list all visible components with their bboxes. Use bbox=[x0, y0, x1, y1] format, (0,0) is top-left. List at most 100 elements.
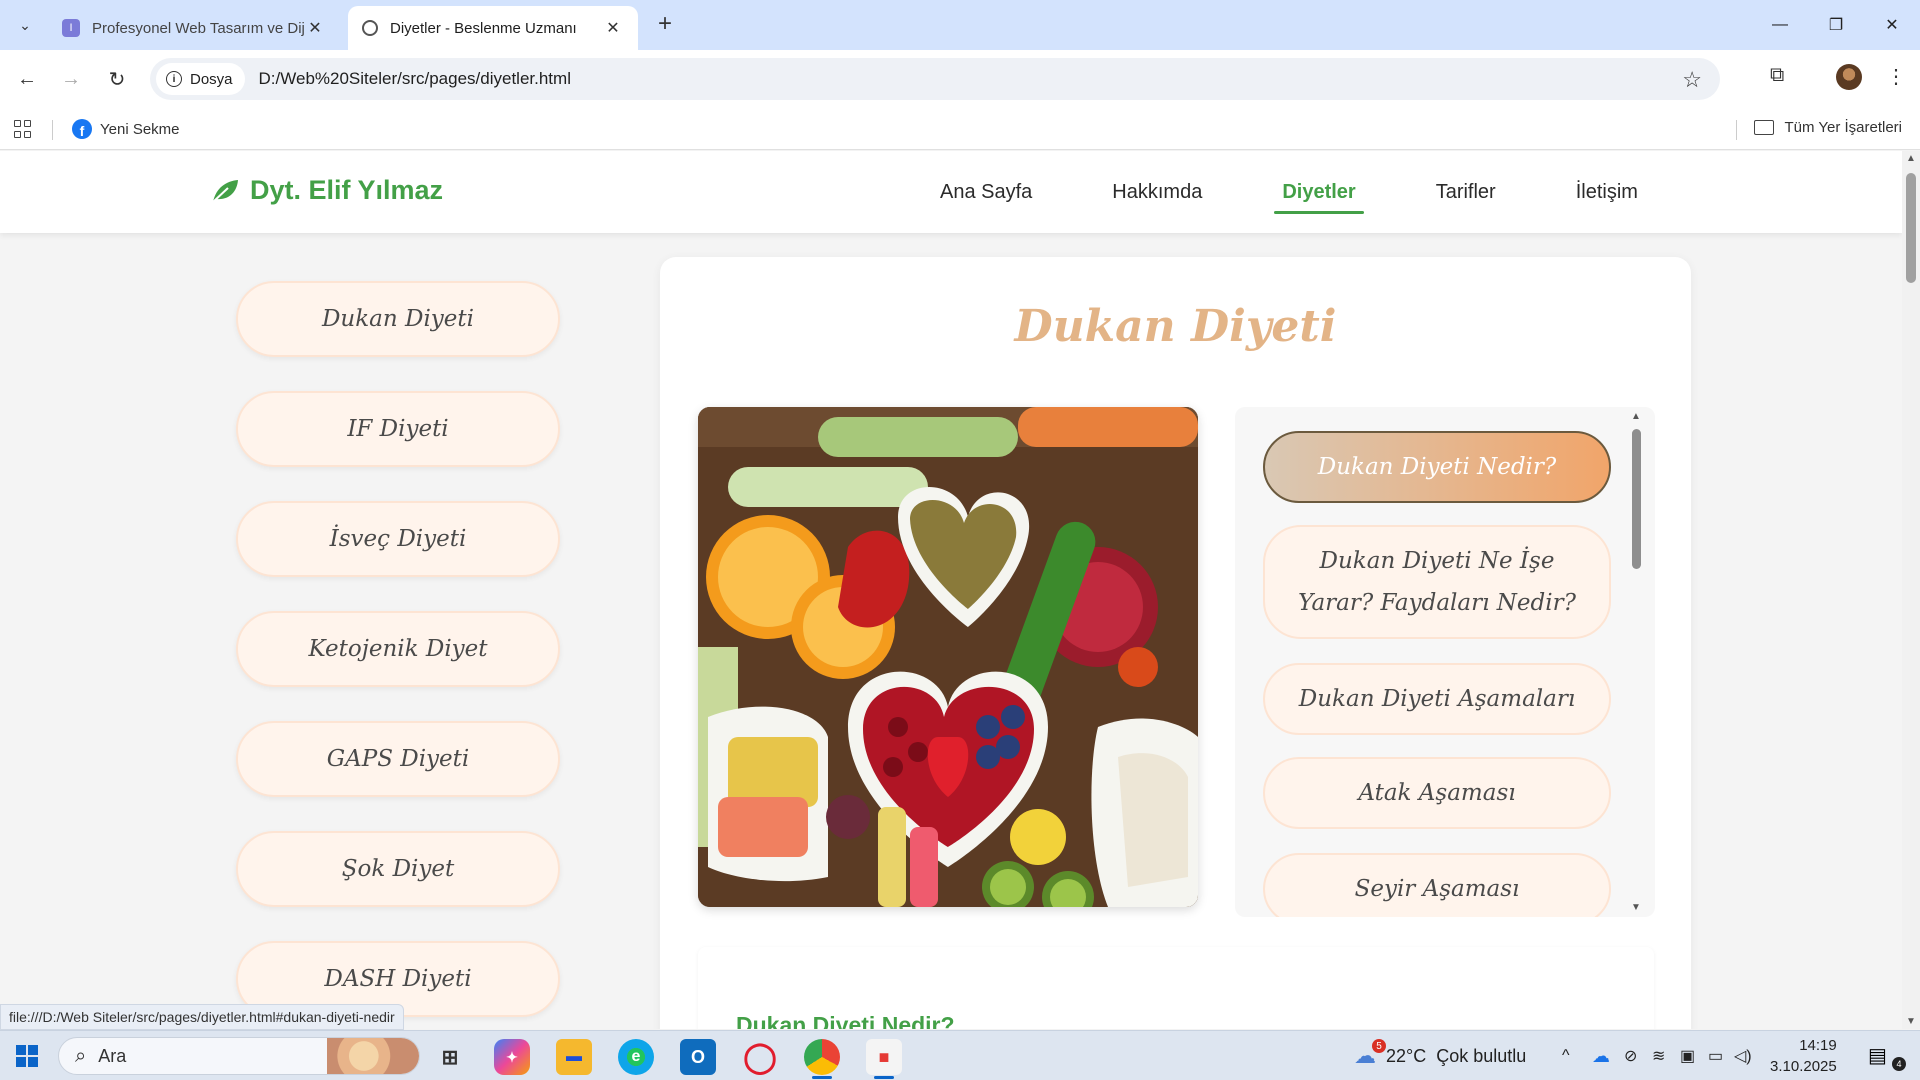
weather-text: 22°C Çok bulutlu bbox=[1386, 1045, 1527, 1066]
facebook-icon: f bbox=[72, 119, 92, 139]
taskbar-search[interactable]: ⌕ Ara bbox=[58, 1037, 420, 1075]
healthy-food-image bbox=[698, 407, 1198, 907]
bookmark-star-icon[interactable]: ☆ bbox=[1682, 67, 1702, 93]
outlook-icon[interactable]: O bbox=[680, 1039, 716, 1075]
back-arrow-icon[interactable]: ← bbox=[12, 64, 42, 94]
table-of-contents[interactable]: Dukan Diyeti Nedir? Dukan Diyeti Ne İşe … bbox=[1235, 407, 1655, 917]
bookmarks-bar: f Yeni Sekme Tüm Yer İşaretleri bbox=[0, 108, 1920, 150]
minimize-icon[interactable]: — bbox=[1752, 0, 1808, 50]
tab-close-icon[interactable]: ✕ bbox=[304, 18, 326, 38]
wifi-icon[interactable]: ≋ bbox=[1652, 1031, 1665, 1080]
site-header: Dyt. Elif Yılmaz Ana Sayfa Hakkımda Diye… bbox=[0, 151, 1902, 233]
scroll-up-icon[interactable]: ▲ bbox=[1902, 153, 1920, 164]
divider bbox=[52, 120, 53, 140]
diet-item-if[interactable]: IF Diyeti bbox=[236, 391, 560, 467]
edge-icon[interactable]: e bbox=[618, 1039, 654, 1075]
onedrive-icon[interactable]: ☁ bbox=[1592, 1031, 1610, 1080]
clock-date: 3.10.2025 bbox=[1770, 1058, 1837, 1075]
notification-count-badge: 4 bbox=[1892, 1057, 1906, 1071]
scroll-down-icon[interactable]: ▼ bbox=[1629, 902, 1643, 913]
toc-item-atak[interactable]: Atak Aşaması bbox=[1263, 757, 1611, 829]
site-favicon-icon: I bbox=[62, 19, 80, 37]
address-bar[interactable]: i Dosya D:/Web%20Siteler/src/pages/diyet… bbox=[150, 58, 1720, 100]
window-controls: — ❐ ✕ bbox=[1752, 0, 1920, 50]
page-scrollbar[interactable]: ▲ ▼ bbox=[1902, 151, 1920, 1029]
vpn-icon[interactable]: ⊘ bbox=[1624, 1031, 1637, 1080]
tab-title: Diyetler - Beslenme Uzmanı bbox=[390, 19, 577, 37]
content-section: Dukan Diyeti Nedir? bbox=[698, 947, 1654, 1029]
tab-title: Profesyonel Web Tasarım ve Dij bbox=[92, 19, 304, 37]
profile-avatar[interactable] bbox=[1836, 64, 1862, 90]
divider bbox=[1736, 120, 1737, 140]
diet-item-sok[interactable]: Şok Diyet bbox=[236, 831, 560, 907]
page-viewport: Dyt. Elif Yılmaz Ana Sayfa Hakkımda Diye… bbox=[0, 151, 1902, 1029]
scroll-up-icon[interactable]: ▲ bbox=[1629, 411, 1643, 422]
nav-iletisim[interactable]: İletişim bbox=[1576, 181, 1638, 214]
toc-item-faydalari[interactable]: Dukan Diyeti Ne İşe Yarar? Faydaları Ned… bbox=[1263, 525, 1611, 639]
weather-alert-badge: 5 bbox=[1372, 1039, 1386, 1053]
tab-close-icon[interactable]: ✕ bbox=[602, 18, 624, 38]
toc-item-nedir[interactable]: Dukan Diyeti Nedir? bbox=[1263, 431, 1611, 503]
toc-item-seyir[interactable]: Seyir Aşaması bbox=[1263, 853, 1611, 917]
diet-item-isvec[interactable]: İsveç Diyeti bbox=[236, 501, 560, 577]
diet-item-gaps[interactable]: GAPS Diyeti bbox=[236, 721, 560, 797]
nav-ana-sayfa[interactable]: Ana Sayfa bbox=[940, 181, 1032, 214]
battery-icon[interactable]: ▭ bbox=[1708, 1031, 1723, 1080]
page-title: Dukan Diyeti bbox=[1014, 301, 1337, 352]
diet-content-card: Dukan Diyeti Dukan Diyeti Nedir? Dukan D… bbox=[660, 257, 1691, 1029]
copilot-icon[interactable]: ✦ bbox=[494, 1039, 530, 1075]
link-status-bar: file:///D:/Web Siteler/src/pages/diyetle… bbox=[0, 1004, 404, 1030]
all-bookmarks-button[interactable]: Tüm Yer İşaretleri bbox=[1754, 119, 1902, 136]
forward-arrow-icon[interactable]: → bbox=[56, 64, 86, 94]
toc-item-asamalari[interactable]: Dukan Diyeti Aşamaları bbox=[1263, 663, 1611, 735]
file-explorer-icon[interactable]: ▬ bbox=[556, 1039, 592, 1075]
display-icon[interactable]: ▣ bbox=[1680, 1031, 1695, 1080]
scroll-down-icon[interactable]: ▼ bbox=[1902, 1016, 1920, 1027]
site-info-chip[interactable]: i Dosya bbox=[156, 63, 245, 95]
apps-grid-icon[interactable] bbox=[14, 120, 32, 138]
new-tab-button[interactable]: + bbox=[652, 12, 678, 38]
site-logo[interactable]: Dyt. Elif Yılmaz bbox=[210, 175, 443, 206]
menu-kebab-icon[interactable]: ⋮ bbox=[1886, 64, 1906, 89]
folder-icon bbox=[1754, 120, 1775, 135]
diet-item-ketojenik[interactable]: Ketojenik Diyet bbox=[236, 611, 560, 687]
search-icon: ⌕ bbox=[75, 1044, 87, 1067]
info-icon: i bbox=[166, 71, 182, 87]
tab-bar: ⌄ I Profesyonel Web Tasarım ve Dij ✕ Diy… bbox=[0, 0, 1920, 50]
nav-tarifler[interactable]: Tarifler bbox=[1436, 181, 1496, 214]
close-window-icon[interactable]: ✕ bbox=[1864, 0, 1920, 50]
diet-sidebar: Dukan Diyeti IF Diyeti İsveç Diyeti Keto… bbox=[236, 281, 560, 1029]
toc-scrollbar[interactable]: ▲ ▼ bbox=[1629, 407, 1643, 917]
tab-search-button[interactable]: ⌄ bbox=[12, 12, 38, 38]
globe-icon bbox=[362, 20, 378, 36]
taskbar: ⌕ Ara ⊞ ✦ ▬ e O ◯ ■ ☁ 22°C Çok bulutlu 5… bbox=[0, 1030, 1920, 1080]
section-title: Dukan Diyeti Nedir? bbox=[736, 1012, 955, 1029]
chrome-icon[interactable] bbox=[804, 1039, 840, 1079]
opera-icon[interactable]: ◯ bbox=[742, 1039, 778, 1075]
bookmark-yeni-sekme[interactable]: f Yeni Sekme bbox=[72, 119, 180, 139]
extensions-icon[interactable]: ⧉ bbox=[1770, 64, 1784, 87]
notification-icon[interactable]: ▤ bbox=[1868, 1043, 1887, 1068]
restore-icon[interactable]: ❐ bbox=[1808, 0, 1864, 50]
toc-scroll-thumb[interactable] bbox=[1632, 429, 1641, 569]
task-view-icon[interactable]: ⊞ bbox=[432, 1039, 468, 1075]
reload-icon[interactable]: ↻ bbox=[102, 64, 132, 94]
url-text[interactable]: D:/Web%20Siteler/src/pages/diyetler.html bbox=[259, 69, 571, 89]
leaf-icon bbox=[212, 179, 238, 203]
main-nav: Ana Sayfa Hakkımda Diyetler Tarifler İle… bbox=[940, 181, 1638, 214]
nav-hakkimda[interactable]: Hakkımda bbox=[1112, 181, 1202, 214]
page-scroll-thumb[interactable] bbox=[1906, 173, 1916, 283]
show-hidden-icons[interactable]: ^ bbox=[1562, 1031, 1570, 1080]
volume-icon[interactable]: ◁) bbox=[1734, 1031, 1752, 1080]
taskbar-clock[interactable]: 14:19 3.10.2025 bbox=[1770, 1035, 1837, 1077]
tab-diyetler[interactable]: Diyetler - Beslenme Uzmanı ✕ bbox=[348, 6, 638, 50]
diet-item-dukan[interactable]: Dukan Diyeti bbox=[236, 281, 560, 357]
recorder-icon[interactable]: ■ bbox=[866, 1039, 902, 1079]
clock-time: 14:19 bbox=[1799, 1037, 1837, 1054]
search-highlight-image bbox=[327, 1038, 419, 1074]
tab-web-tasarim[interactable]: I Profesyonel Web Tasarım ve Dij ✕ bbox=[48, 6, 340, 50]
all-bookmarks-label: Tüm Yer İşaretleri bbox=[1784, 119, 1902, 136]
chip-label: Dosya bbox=[190, 70, 233, 88]
windows-start-icon[interactable] bbox=[16, 1045, 38, 1067]
nav-diyetler[interactable]: Diyetler bbox=[1274, 181, 1365, 214]
